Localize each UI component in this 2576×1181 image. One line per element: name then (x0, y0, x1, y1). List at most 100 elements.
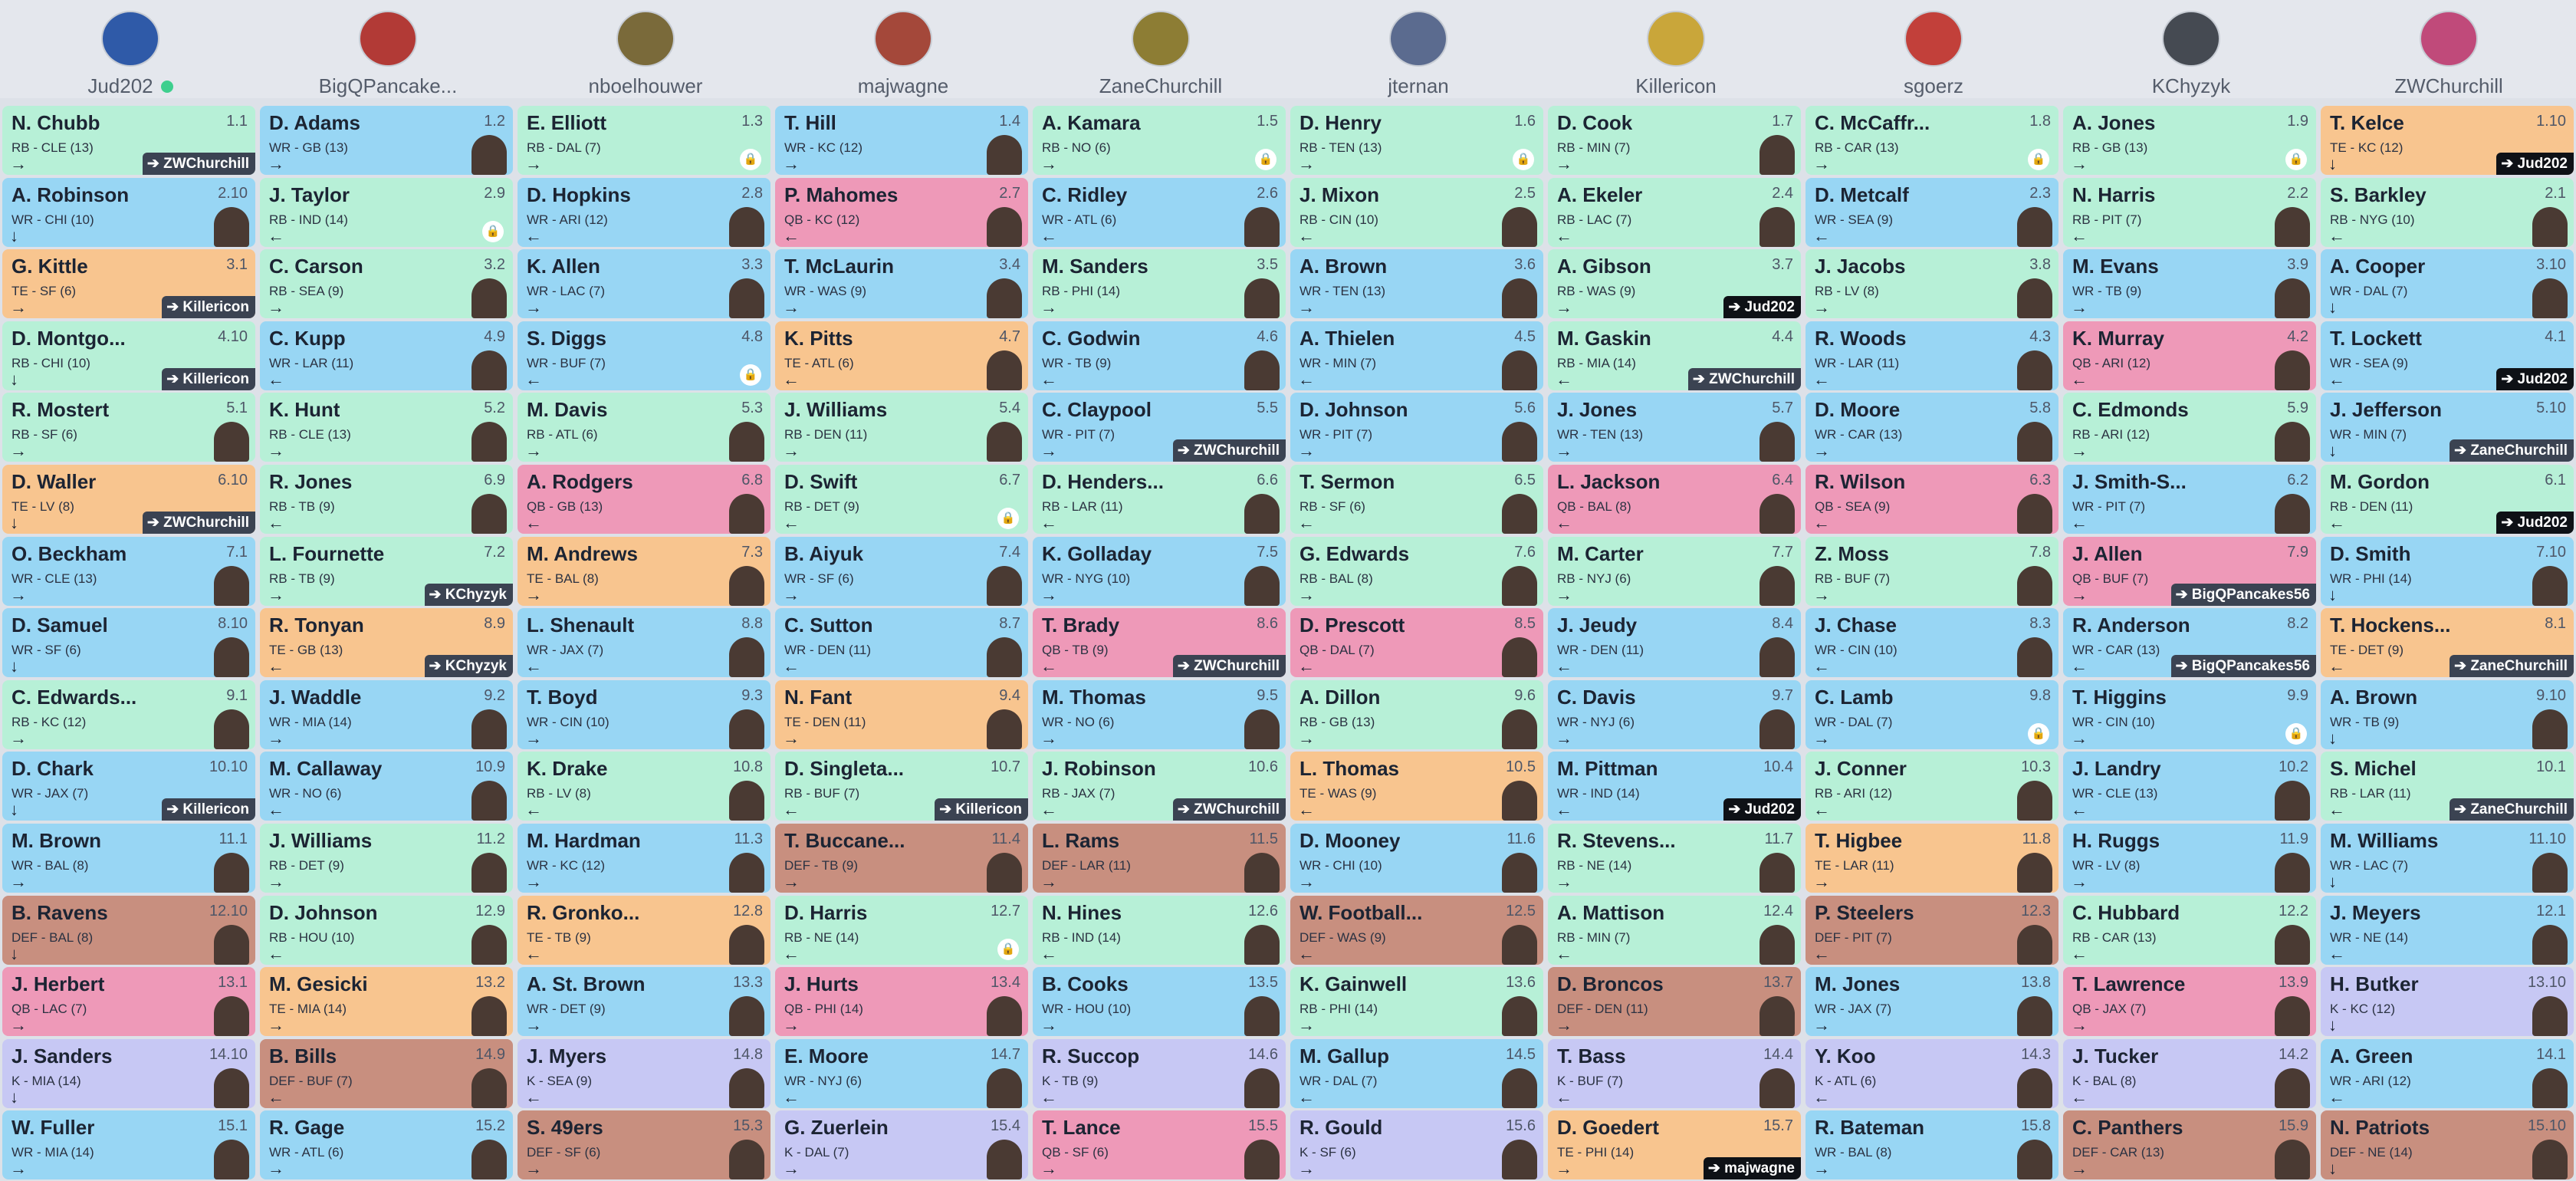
pick-cell[interactable]: C. Lamb 9.8 WR - DAL (7) → 🔒 (1806, 679, 2058, 749)
pick-cell[interactable]: J. Hurts 13.4 QB - PHI (14) → (775, 967, 1028, 1037)
pick-cell[interactable]: G. Edwards 7.6 RB - BAL (8) → (1290, 536, 1543, 606)
pick-cell[interactable]: L. Shenault 8.8 WR - JAX (7) ← (518, 608, 770, 678)
pick-cell[interactable]: G. Kittle 3.1 TE - SF (6) → ➔ Killericon (2, 249, 255, 319)
keeper-lock-icon[interactable]: 🔒 (2285, 149, 2307, 170)
pick-cell[interactable]: M. Brown 11.1 WR - BAL (8) → (2, 824, 255, 893)
pick-cell[interactable]: D. Swift 6.7 RB - DET (9) ← 🔒 (775, 465, 1028, 534)
team-header[interactable]: Jud202 (2, 0, 258, 98)
pick-cell[interactable]: R. Wilson 6.3 QB - SEA (9) ← (1806, 465, 2058, 534)
pick-cell[interactable]: D. Cook 1.7 RB - MIN (7) → (1548, 106, 1801, 175)
pick-cell[interactable]: E. Elliott 1.3 RB - DAL (7) → 🔒 (518, 106, 770, 175)
pick-cell[interactable]: J. Jeudy 8.4 WR - DEN (11) ← (1548, 608, 1801, 678)
team-name[interactable]: jternan (1388, 74, 1449, 98)
traded-pick-badge[interactable]: ➔ ZaneChurchill (2450, 439, 2574, 462)
pick-cell[interactable]: M. Callaway 10.9 WR - NO (6) ← (260, 752, 513, 821)
pick-cell[interactable]: J. Mixon 2.5 RB - CIN (10) ← (1290, 177, 1543, 247)
pick-cell[interactable]: B. Ravens 12.10 DEF - BAL (8) ↓ (2, 895, 255, 965)
pick-cell[interactable]: M. Gallup 14.5 WR - DAL (7) ← (1290, 1038, 1543, 1108)
pick-cell[interactable]: T. Lockett 4.1 WR - SEA (9) ← ➔ Jud202 (2321, 321, 2574, 390)
pick-cell[interactable]: L. Rams 11.5 DEF - LAR (11) → (1033, 824, 1286, 893)
pick-cell[interactable]: B. Aiyuk 7.4 WR - SF (6) → (775, 536, 1028, 606)
keeper-lock-icon[interactable]: 🔒 (2028, 149, 2049, 170)
pick-cell[interactable]: T. Kelce 1.10 TE - KC (12) ↓ ➔ Jud202 (2321, 106, 2574, 175)
pick-cell[interactable]: D. Goedert 15.7 TE - PHI (14) → ➔ majwagne (1548, 1110, 1801, 1180)
keeper-lock-icon[interactable]: 🔒 (740, 149, 761, 170)
traded-pick-badge[interactable]: ➔ majwagne (1703, 1157, 1801, 1180)
pick-cell[interactable]: A. St. Brown 13.3 WR - DET (9) → (518, 967, 770, 1037)
pick-cell[interactable]: C. Hubbard 12.2 RB - CAR (13) ← (2063, 895, 2316, 965)
pick-cell[interactable]: M. Andrews 7.3 TE - BAL (8) → (518, 536, 770, 606)
helmet-icon[interactable] (1904, 11, 1963, 67)
pick-cell[interactable]: M. Jones 13.8 WR - JAX (7) → (1806, 967, 2058, 1037)
team-logo-icon[interactable] (1647, 11, 1705, 67)
pick-cell[interactable]: N. Harris 2.2 RB - PIT (7) ← (2063, 177, 2316, 247)
pick-cell[interactable]: J. Jones 5.7 WR - TEN (13) → (1548, 393, 1801, 462)
pick-cell[interactable]: T. Hockens... 8.1 TE - DET (9) ← ➔ ZaneChurc… (2321, 608, 2574, 678)
pick-cell[interactable]: D. Henders... 6.6 RB - LAR (11) ← (1033, 465, 1286, 534)
keeper-lock-icon[interactable]: 🔒 (997, 508, 1019, 529)
team-name[interactable]: KChyzyk (2152, 74, 2231, 98)
skull-icon[interactable] (2162, 11, 2220, 67)
pick-cell[interactable]: T. Higbee 11.8 TE - LAR (11) → (1806, 824, 2058, 893)
pick-cell[interactable]: C. Sutton 8.7 WR - DEN (11) ← (775, 608, 1028, 678)
team-header[interactable]: jternan (1290, 0, 1546, 98)
pick-cell[interactable]: D. Broncos 13.7 DEF - DEN (11) → (1548, 967, 1801, 1037)
pick-cell[interactable]: J. Waddle 9.2 WR - MIA (14) → (260, 679, 513, 749)
pick-cell[interactable]: H. Butker 13.10 K - KC (12) ↓ (2321, 967, 2574, 1037)
pick-cell[interactable]: M. Williams 11.10 WR - LAC (7) ↓ (2321, 824, 2574, 893)
pick-cell[interactable]: S. Michel 10.1 RB - LAR (11) ← ➔ ZaneChurchi… (2321, 752, 2574, 821)
team-name[interactable]: ZaneChurchill (1099, 74, 1222, 98)
pick-cell[interactable]: A. Green 14.1 WR - ARI (12) ← (2321, 1038, 2574, 1108)
pick-cell[interactable]: C. Edmonds 5.9 RB - ARI (12) → (2063, 393, 2316, 462)
pick-cell[interactable]: M. Gesicki 13.2 TE - MIA (14) → (260, 967, 513, 1037)
rocket-icon[interactable] (874, 11, 932, 67)
traded-pick-badge[interactable]: ➔ ZaneChurchill (2450, 798, 2574, 821)
traded-pick-badge[interactable]: ➔ BigQPancakes56 (2170, 583, 2316, 606)
pick-cell[interactable]: O. Beckham 7.1 WR - CLE (13) → (2, 536, 255, 606)
keeper-lock-icon[interactable]: 🔒 (482, 220, 504, 242)
pick-cell[interactable]: R. Succop 14.6 K - TB (9) ← (1033, 1038, 1286, 1108)
pick-cell[interactable]: D. Waller 6.10 TE - LV (8) ↓ ➔ ZWChurchill (2, 465, 255, 534)
pick-cell[interactable]: K. Pitts 4.7 TE - ATL (6) ← (775, 321, 1028, 390)
pick-cell[interactable]: C. Kupp 4.9 WR - LAR (11) ← (260, 321, 513, 390)
team-name[interactable]: BigQPancake... (319, 74, 458, 98)
pick-cell[interactable]: T. Buccane... 11.4 DEF - TB (9) → (775, 824, 1028, 893)
pick-cell[interactable]: A. Mattison 12.4 RB - MIN (7) ← (1548, 895, 1801, 965)
traded-pick-badge[interactable]: ➔ ZWChurchill (142, 512, 255, 534)
pick-cell[interactable]: B. Cooks 13.5 WR - HOU (10) → (1033, 967, 1286, 1037)
traded-pick-badge[interactable]: ➔ Jud202 (2496, 367, 2574, 390)
traded-pick-badge[interactable]: ➔ KChyzyk (424, 583, 513, 606)
pick-cell[interactable]: N. Patriots 15.10 DEF - NE (14) ↓ (2321, 1110, 2574, 1180)
keeper-lock-icon[interactable]: 🔒 (1513, 149, 1534, 170)
pick-cell[interactable]: R. Anderson 8.2 WR - CAR (13) ← ➔ BigQPancak… (2063, 608, 2316, 678)
pick-cell[interactable]: D. Henry 1.6 RB - TEN (13) → 🔒 (1290, 106, 1543, 175)
team-header[interactable]: ZWChurchill (2321, 0, 2576, 98)
pick-cell[interactable]: A. Rodgers 6.8 QB - GB (13) ← (518, 465, 770, 534)
traded-pick-badge[interactable]: ➔ BigQPancakes56 (2170, 655, 2316, 678)
team-header[interactable]: BigQPancake... (260, 0, 516, 98)
pick-cell[interactable]: T. Brady 8.6 QB - TB (9) ← ➔ ZWChurchill (1033, 608, 1286, 678)
pick-cell[interactable]: K. Golladay 7.5 WR - NYG (10) → (1033, 536, 1286, 606)
pick-cell[interactable]: M. Davis 5.3 RB - ATL (6) → (518, 393, 770, 462)
pick-cell[interactable]: R. Woods 4.3 WR - LAR (11) ← (1806, 321, 2058, 390)
pick-cell[interactable]: M. Hardman 11.3 WR - KC (12) → (518, 824, 770, 893)
keeper-lock-icon[interactable]: 🔒 (740, 364, 761, 386)
pick-cell[interactable]: A. Kamara 1.5 RB - NO (6) → 🔒 (1033, 106, 1286, 175)
pick-cell[interactable]: M. Thomas 9.5 WR - NO (6) → (1033, 679, 1286, 749)
pick-cell[interactable]: R. Gronko... 12.8 TE - TB (9) ← (518, 895, 770, 965)
pick-cell[interactable]: T. Lance 15.5 QB - SF (6) → (1033, 1110, 1286, 1180)
pick-cell[interactable]: N. Chubb 1.1 RB - CLE (13) → ➔ ZWChurchill (2, 106, 255, 175)
pick-cell[interactable]: R. Mostert 5.1 RB - SF (6) → (2, 393, 255, 462)
pick-cell[interactable]: S. Diggs 4.8 WR - BUF (7) ← 🔒 (518, 321, 770, 390)
pick-cell[interactable]: T. Sermon 6.5 RB - SF (6) ← (1290, 465, 1543, 534)
pick-cell[interactable]: C. Davis 9.7 WR - NYJ (6) → (1548, 679, 1801, 749)
pick-cell[interactable]: D. Singleta... 10.7 RB - BUF (7) ← ➔ Killeri… (775, 752, 1028, 821)
team-header[interactable]: sgoerz (1806, 0, 2062, 98)
pick-cell[interactable]: J. Landry 10.2 WR - CLE (13) ← (2063, 752, 2316, 821)
pick-cell[interactable]: D. Johnson 5.6 WR - PIT (7) → (1290, 393, 1543, 462)
pick-cell[interactable]: R. Stevens... 11.7 RB - NE (14) → (1548, 824, 1801, 893)
pick-cell[interactable]: A. Robinson 2.10 WR - CHI (10) ↓ (2, 177, 255, 247)
pick-cell[interactable]: A. Ekeler 2.4 RB - LAC (7) ← (1548, 177, 1801, 247)
team-header[interactable]: nboelhouwer (518, 0, 774, 98)
keeper-lock-icon[interactable]: 🔒 (1255, 149, 1276, 170)
